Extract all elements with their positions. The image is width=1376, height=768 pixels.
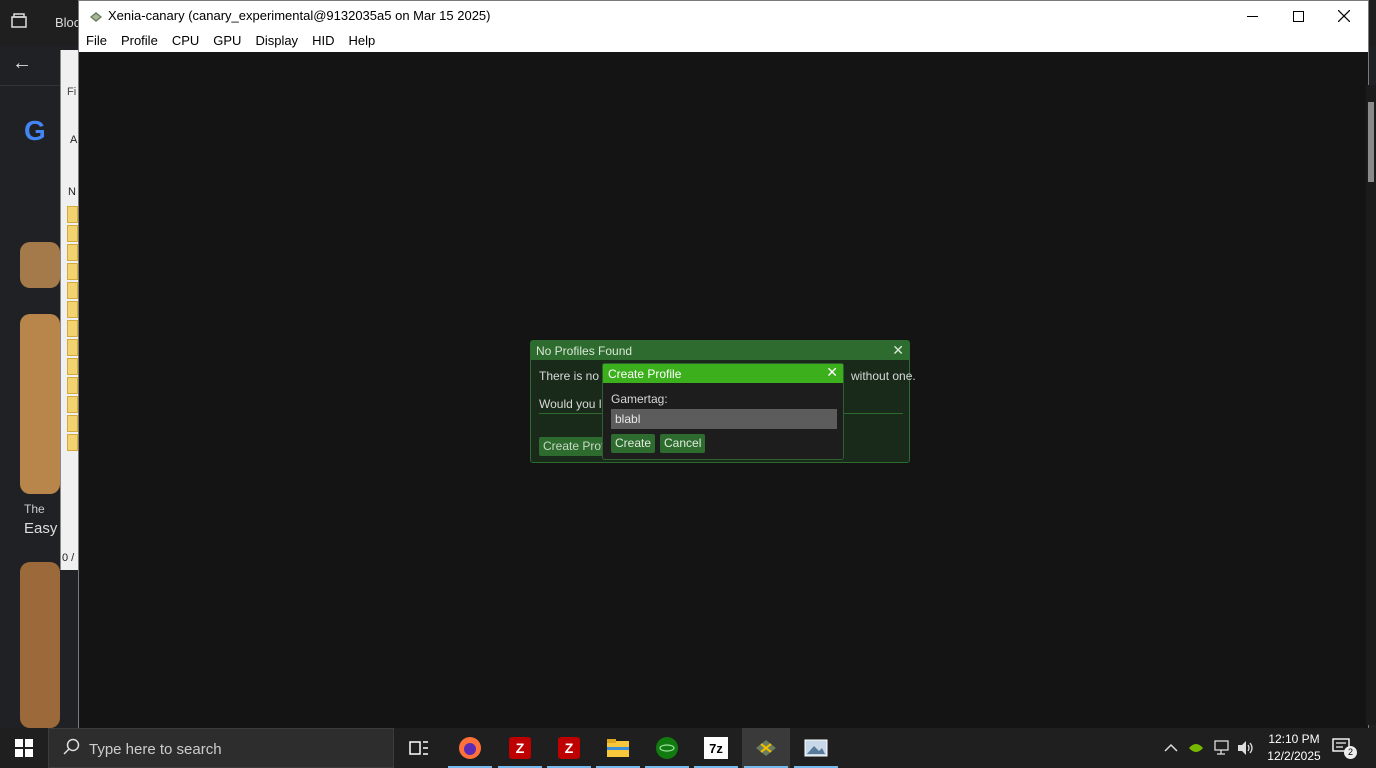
maximize-icon <box>1292 10 1304 22</box>
taskbar-app-xenia[interactable] <box>742 728 790 768</box>
volume-tray[interactable] <box>1237 728 1255 768</box>
taskbar: Type here to search Z Z 7z 12:10 PM 12/2… <box>0 728 1376 768</box>
taskbar-app-filezilla[interactable]: Z <box>496 728 544 768</box>
close-button[interactable] <box>1321 1 1367 31</box>
maximize-button[interactable] <box>1275 1 1321 31</box>
xenia-icon <box>756 740 776 756</box>
task-view-icon <box>409 741 428 755</box>
recipe-thumbnail-2[interactable] <box>20 314 60 494</box>
minimize-button[interactable] <box>1229 1 1275 31</box>
gamertag-input[interactable] <box>611 409 837 429</box>
taskbar-app-file-explorer[interactable] <box>594 728 642 768</box>
system-clock[interactable]: 12:10 PM 12/2/2025 <box>1264 731 1324 765</box>
window-title: Xenia-canary (canary_experimental@913203… <box>108 8 491 23</box>
task-view-button[interactable] <box>395 728 443 768</box>
file-row-icon[interactable] <box>67 301 78 318</box>
create-profile-button[interactable]: Create Profi <box>539 437 605 456</box>
svg-text:7z: 7z <box>709 741 723 756</box>
menu-profile[interactable]: Profile <box>114 31 165 51</box>
chevron-up-icon <box>1164 743 1178 752</box>
close-icon <box>1338 10 1350 22</box>
xenia-app-icon <box>89 10 103 22</box>
partial-label-n: N <box>68 186 76 198</box>
svg-text:Z: Z <box>516 740 525 756</box>
search-icon <box>63 738 81 761</box>
create-button[interactable]: Create <box>611 434 656 453</box>
notification-count-badge: 2 <box>1344 746 1357 759</box>
menu-gpu[interactable]: GPU <box>206 31 248 51</box>
volume-icon <box>1238 741 1253 755</box>
file-row-icon[interactable] <box>67 282 78 299</box>
7zip-icon: 7z <box>704 737 728 759</box>
browser-tab-label[interactable]: Bloc <box>55 15 80 30</box>
file-row-icon[interactable] <box>67 415 78 432</box>
title-bar[interactable]: Xenia-canary (canary_experimental@913203… <box>79 1 1368 31</box>
menu-display[interactable]: Display <box>248 31 305 51</box>
clock-time: 12:10 PM <box>1268 732 1320 746</box>
create-profile-close-icon[interactable]: ✕ <box>826 364 838 381</box>
file-row-icon[interactable] <box>67 320 78 337</box>
file-row-icon[interactable] <box>67 377 78 394</box>
file-row-icon[interactable] <box>67 225 78 242</box>
minimize-icon <box>1246 15 1258 17</box>
partial-status: 0 / <box>62 552 75 564</box>
clock-date: 12/2/2025 <box>1267 749 1321 763</box>
menu-cpu[interactable]: CPU <box>165 31 206 51</box>
photos-icon <box>804 739 828 757</box>
folder-icon <box>607 739 629 757</box>
taskbar-app-firefox[interactable] <box>446 728 494 768</box>
back-arrow-icon[interactable]: ← <box>12 52 32 75</box>
menu-file[interactable]: File <box>79 31 114 51</box>
file-row-icon[interactable] <box>67 396 78 413</box>
start-button[interactable] <box>0 728 48 768</box>
search-placeholder: Type here to search <box>89 741 222 758</box>
recipe-caption-line1[interactable]: The <box>24 502 45 516</box>
cancel-button[interactable]: Cancel <box>660 434 706 453</box>
menu-hid[interactable]: HID <box>305 31 341 51</box>
file-row-icon[interactable] <box>67 339 78 356</box>
no-profiles-message-left: There is no p <box>539 369 610 383</box>
network-tray[interactable] <box>1212 728 1230 768</box>
nvidia-tray[interactable] <box>1188 728 1204 768</box>
file-row-icon[interactable] <box>67 263 78 280</box>
menu-help[interactable]: Help <box>341 31 382 51</box>
taskbar-app-photos[interactable] <box>792 728 840 768</box>
svg-text:Z: Z <box>565 740 574 756</box>
no-profiles-question: Would you li <box>539 397 605 411</box>
file-row-icon[interactable] <box>67 206 78 223</box>
no-profiles-close-icon[interactable]: ✕ <box>892 342 904 359</box>
no-profiles-message-right: without one. <box>851 369 916 383</box>
recipe-thumbnail-3[interactable] <box>20 562 60 728</box>
scrollbar-thumb[interactable] <box>1368 102 1374 182</box>
menu-bar: File Profile CPU GPU Display HID Help <box>79 31 1368 51</box>
google-logo: G <box>24 115 46 146</box>
nvidia-icon <box>1189 744 1203 752</box>
xbox-app-icon <box>656 737 678 759</box>
file-row-icon[interactable] <box>67 358 78 375</box>
show-hidden-icons[interactable] <box>1164 728 1178 768</box>
taskbar-app-7zip[interactable]: 7z <box>692 728 740 768</box>
create-profile-dialog-title[interactable]: Create Profile <box>603 364 843 383</box>
recipe-thumbnail-1[interactable] <box>20 242 60 288</box>
file-row-icon[interactable] <box>67 434 78 451</box>
partial-label-a: A <box>70 134 78 146</box>
taskbar-app-xbox[interactable] <box>643 728 691 768</box>
firefox-icon <box>459 737 481 759</box>
recipe-caption-line2[interactable]: Easy <box>24 520 57 537</box>
taskbar-search-box[interactable]: Type here to search <box>48 728 394 768</box>
tab-actions-icon[interactable] <box>10 12 30 32</box>
gamertag-label: Gamertag: <box>611 392 668 406</box>
partial-label-fi: Fi <box>67 86 77 98</box>
windows-logo-icon <box>15 739 33 757</box>
filezilla-icon: Z <box>558 737 580 759</box>
file-row-icon[interactable] <box>67 244 78 261</box>
taskbar-app-filezilla-2[interactable]: Z <box>545 728 593 768</box>
network-icon <box>1214 740 1229 755</box>
no-profiles-dialog-title[interactable]: No Profiles Found <box>531 341 909 360</box>
create-profile-dialog: Create Profile ✕ Gamertag: Create Cancel <box>602 363 844 460</box>
filezilla-icon: Z <box>509 737 531 759</box>
